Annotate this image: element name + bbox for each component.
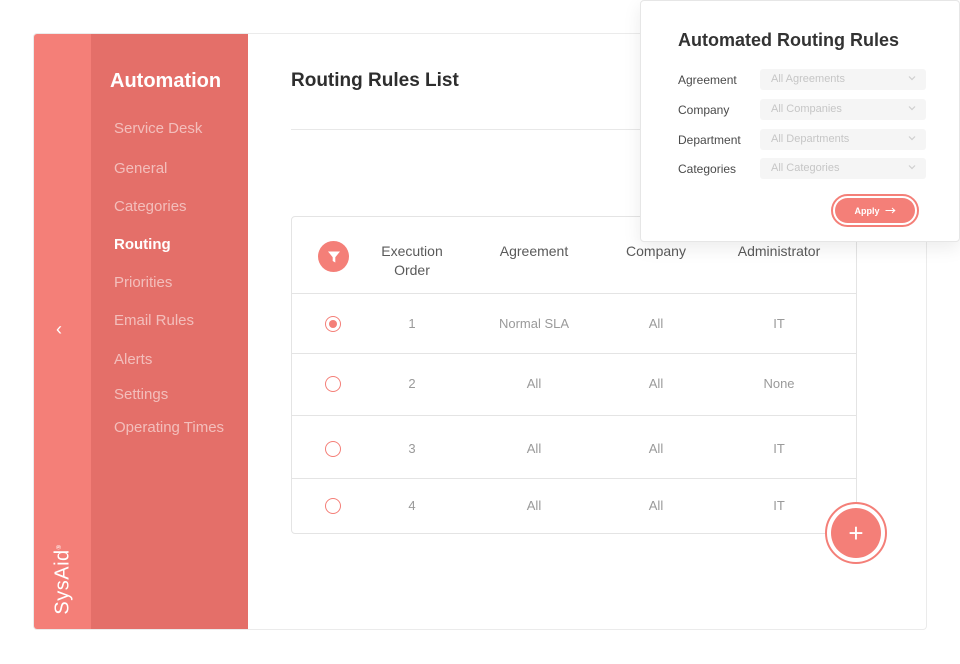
logo-mark: ® <box>56 543 63 549</box>
agreement-select-value: All Agreements <box>771 73 845 85</box>
department-label: Department <box>678 133 741 147</box>
routing-filter-panel: Automated Routing Rules Agreement All Ag… <box>640 0 960 242</box>
cell-company: All <box>648 498 664 513</box>
arrow-right-icon <box>885 207 896 214</box>
sidebar-item-general[interactable]: General <box>114 160 167 177</box>
routing-rules-table: Execution Order Agreement Company Admini… <box>291 216 857 534</box>
page-title: Routing Rules List <box>291 70 459 91</box>
filter-button[interactable] <box>318 241 349 272</box>
table-row[interactable]: 3 All All IT <box>292 416 856 479</box>
apply-label: Apply <box>854 205 880 216</box>
sidebar-title: Automation <box>110 70 222 92</box>
sidebar-item-settings[interactable]: Settings <box>114 386 168 403</box>
cell-execution-order: 4 <box>408 498 416 513</box>
column-header-execution-order[interactable]: Execution Order <box>372 242 452 280</box>
sidebar-item-priorities[interactable]: Priorities <box>114 274 172 291</box>
cell-execution-order: 2 <box>408 376 416 391</box>
add-rule-button[interactable]: + <box>825 502 887 564</box>
cell-administrator: IT <box>773 498 785 513</box>
filter-panel-title: Automated Routing Rules <box>678 30 899 50</box>
sidebar-item-alerts[interactable]: Alerts <box>114 351 152 368</box>
column-header-company[interactable]: Company <box>606 242 706 261</box>
agreement-select[interactable]: All Agreements <box>760 69 926 90</box>
cell-execution-order: 3 <box>408 441 416 456</box>
chevron-down-icon <box>908 76 916 81</box>
sidebar-menu: Automation Service Desk General Categori… <box>91 34 248 629</box>
cell-administrator: None <box>763 376 795 391</box>
apply-button[interactable]: Apply <box>831 194 919 227</box>
title-divider <box>291 129 671 130</box>
sysaid-logo: SysAid® <box>42 544 84 614</box>
chevron-down-icon <box>908 136 916 141</box>
sidebar-item-categories[interactable]: Categories <box>114 198 187 215</box>
sidebar-item-routing[interactable]: Routing <box>114 236 171 253</box>
row-select-radio[interactable] <box>325 376 341 392</box>
department-select-value: All Departments <box>771 133 850 145</box>
sidebar-item-operating-times[interactable]: Operating Times <box>114 419 224 436</box>
cell-administrator: IT <box>773 441 785 456</box>
chevron-down-icon <box>908 165 916 170</box>
cell-company: All <box>648 441 664 456</box>
column-header-administrator[interactable]: Administrator <box>724 242 834 261</box>
logo-text: SysAid <box>51 548 74 615</box>
cell-agreement: All <box>526 376 542 391</box>
agreement-label: Agreement <box>678 73 737 87</box>
cell-company: All <box>648 376 664 391</box>
categories-select[interactable]: All Categories <box>760 158 926 179</box>
cell-agreement: Normal SLA <box>498 316 570 331</box>
apply-button-inner: Apply <box>835 198 915 223</box>
categories-select-value: All Categories <box>771 162 840 174</box>
row-select-radio[interactable] <box>325 498 341 514</box>
table-row[interactable]: 2 All All None <box>292 354 856 416</box>
plus-icon: + <box>831 508 881 558</box>
sidebar-item-service-desk[interactable]: Service Desk <box>114 120 202 137</box>
chevron-down-icon <box>908 106 916 111</box>
department-select[interactable]: All Departments <box>760 129 926 150</box>
company-select[interactable]: All Companies <box>760 99 926 120</box>
company-label: Company <box>678 103 730 117</box>
cell-company: All <box>648 316 664 331</box>
cell-administrator: IT <box>773 316 785 331</box>
left-rail: ‹ SysAid® <box>34 34 91 629</box>
cell-execution-order: 1 <box>408 316 416 331</box>
company-select-value: All Companies <box>771 103 842 115</box>
sidebar-item-email-rules[interactable]: Email Rules <box>114 312 194 329</box>
column-header-agreement[interactable]: Agreement <box>484 242 584 261</box>
categories-label: Categories <box>678 162 737 176</box>
table-row[interactable]: 1 Normal SLA All IT <box>292 294 856 354</box>
cell-agreement: All <box>526 498 542 513</box>
row-select-radio[interactable] <box>325 441 341 457</box>
filter-icon <box>327 251 340 262</box>
table-row[interactable]: 4 All All IT <box>292 479 856 533</box>
cell-agreement: All <box>526 441 542 456</box>
chevron-left-icon[interactable]: ‹ <box>56 320 62 338</box>
row-select-radio[interactable] <box>325 316 341 332</box>
